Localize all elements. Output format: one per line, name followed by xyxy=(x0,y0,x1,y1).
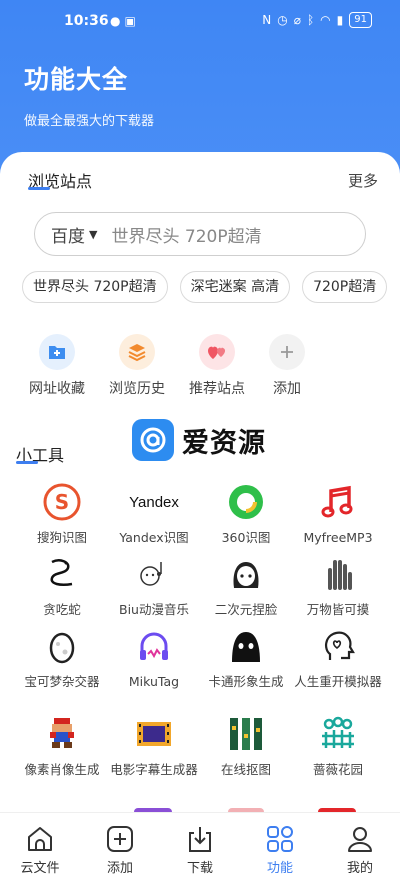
suggestion-chip[interactable]: 深宅迷案 高清 xyxy=(179,271,291,303)
quick-recommended-sites[interactable]: 推荐站点 xyxy=(182,334,252,398)
tool-movie-subtitle[interactable]: 电影字幕生成器 xyxy=(108,712,200,778)
tool-pokemon-fusion[interactable]: 宝可梦杂交器 xyxy=(16,624,108,690)
status-time: 10:36 xyxy=(64,13,109,29)
quick-bookmarks[interactable]: 网址收藏 xyxy=(22,334,92,398)
caret-down-icon[interactable]: ▼ xyxy=(89,228,97,241)
music-note-icon xyxy=(316,480,360,524)
snake-icon xyxy=(40,552,84,596)
tool-rose-garden[interactable]: 蔷薇花园 xyxy=(292,712,384,778)
tool-cartoon-avatar[interactable]: 卡通形象生成 xyxy=(200,624,292,690)
heart-head-icon xyxy=(316,624,360,668)
battery-indicator: 91 xyxy=(349,12,372,28)
film-strip-icon xyxy=(132,712,176,756)
add-square-icon xyxy=(104,823,136,855)
grid-apps-icon xyxy=(264,823,296,855)
anime-girl-icon xyxy=(224,552,268,596)
sogou-icon: S xyxy=(40,480,84,524)
tool-sogou[interactable]: S 搜狗识图 xyxy=(16,480,108,546)
download-tray-icon xyxy=(184,823,216,855)
nav-download[interactable]: 下载 xyxy=(170,823,230,876)
bottom-navigation: 云文件 添加 下载 功能 我的 xyxy=(0,812,400,880)
garden-fence-icon xyxy=(316,712,360,756)
hand-icon xyxy=(316,552,360,596)
headphones-icon xyxy=(132,624,176,668)
360-icon xyxy=(224,480,268,524)
egg-icon xyxy=(40,624,84,668)
quick-history[interactable]: 浏览历史 xyxy=(102,334,172,398)
tool-online-cutout[interactable]: 在线抠图 xyxy=(200,712,292,778)
tool-anime-face[interactable]: 二次元捏脸 xyxy=(200,552,292,618)
brand-logo-icon xyxy=(132,419,174,461)
plus-icon xyxy=(269,334,305,370)
bookmark-folder-icon xyxy=(39,334,75,370)
tool-pixel-portrait[interactable]: 像素肖像生成 xyxy=(16,712,108,778)
bluetooth-icon: ᛒ xyxy=(306,13,315,27)
nav-cloud-files[interactable]: 云文件 xyxy=(10,823,70,876)
tool-mikutag[interactable]: MikuTag xyxy=(108,624,200,690)
suggestion-chips: 世界尽头 720P超清 深宅迷案 高清 720P超清 xyxy=(22,271,400,305)
search-input[interactable]: 世界尽头 720P超清 xyxy=(111,222,261,247)
history-layers-icon xyxy=(119,334,155,370)
anime-music-icon xyxy=(132,552,176,596)
yandex-icon: Yandex xyxy=(129,493,179,511)
quick-add[interactable]: 添加 xyxy=(252,334,322,398)
section-underline xyxy=(16,461,38,464)
nav-me[interactable]: 我的 xyxy=(330,823,390,876)
alarm-icon: ◷ xyxy=(277,13,288,27)
nav-add[interactable]: 添加 xyxy=(90,823,150,876)
tool-touch-all[interactable]: 万物皆可摸 xyxy=(292,552,384,618)
search-engine-select[interactable]: 百度 xyxy=(51,222,85,247)
wifi-icon: ◠ xyxy=(320,13,331,27)
section-underline xyxy=(28,187,50,190)
status-bar: 10:36 ● ▣ N ◷ ⌀ ᛒ ◠ ▮ 91 xyxy=(0,0,400,42)
cloud-house-icon xyxy=(24,823,56,855)
chat-icon: ● xyxy=(110,14,121,28)
ghost-face-icon xyxy=(224,624,268,668)
brand-watermark: 爱资源 xyxy=(132,419,266,461)
hearts-icon xyxy=(199,334,235,370)
signal-icon: ▮ xyxy=(336,13,344,27)
pixel-mario-icon xyxy=(40,712,84,756)
svg-text:S: S xyxy=(55,490,69,514)
cutout-icon xyxy=(224,712,268,756)
tool-life-restart[interactable]: 人生重开模拟器 xyxy=(292,624,384,690)
app-notify-icon: ▣ xyxy=(124,14,136,28)
mute-icon: ⌀ xyxy=(293,13,301,27)
brand-text: 爱资源 xyxy=(182,427,266,459)
tool-snake[interactable]: 贪吃蛇 xyxy=(16,552,108,618)
tool-yandex[interactable]: Yandex Yandex识图 xyxy=(108,480,200,546)
site-search-box[interactable]: 百度 ▼ 世界尽头 720P超清 xyxy=(34,212,366,256)
suggestion-chip[interactable]: 世界尽头 720P超清 xyxy=(22,271,168,303)
more-link[interactable]: 更多 xyxy=(348,170,378,191)
nav-features[interactable]: 功能 xyxy=(250,823,310,876)
page-subtitle: 做最全最强大的下载器 xyxy=(24,114,155,129)
tool-360[interactable]: 360识图 xyxy=(200,480,292,546)
nfc-icon: N xyxy=(262,13,272,27)
user-icon xyxy=(344,823,376,855)
page-title: 功能大全 xyxy=(24,65,129,94)
suggestion-chip[interactable]: 720P超清 xyxy=(302,271,388,303)
tool-biu-music[interactable]: Biu动漫音乐 xyxy=(108,552,200,618)
tool-myfreemp3[interactable]: MyfreeMP3 xyxy=(292,480,384,546)
